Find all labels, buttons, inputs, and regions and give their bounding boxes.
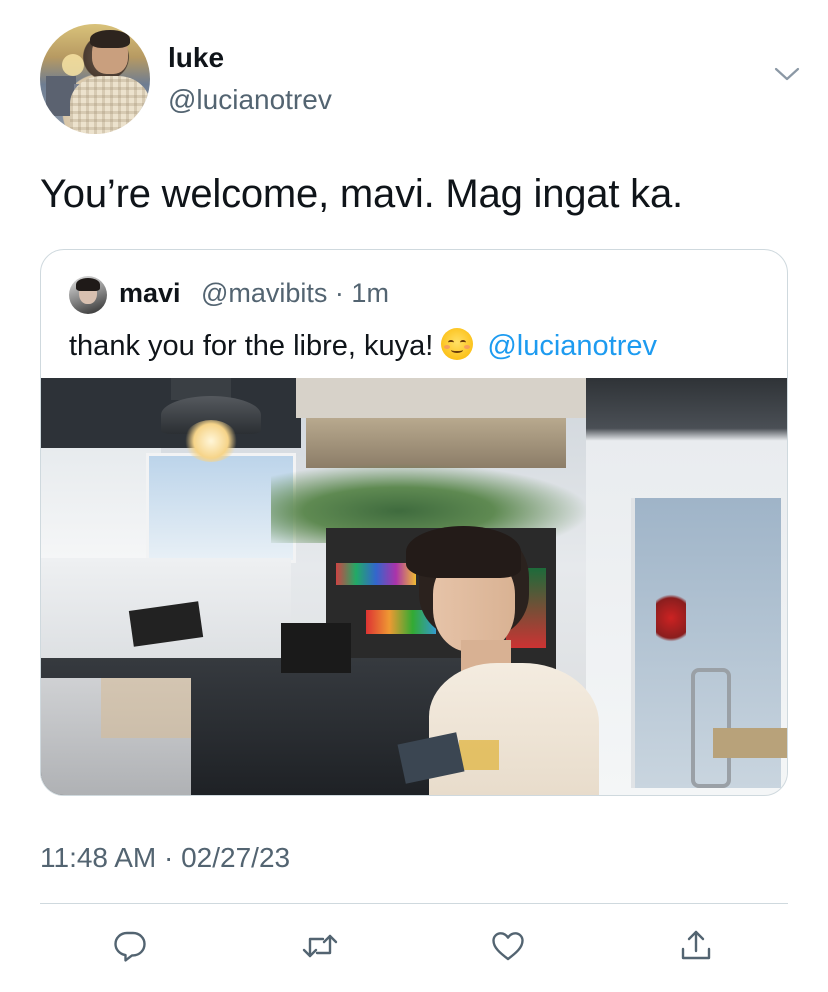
quoted-tweet-body: thank you for the libre, kuya!	[69, 330, 434, 362]
author-handle[interactable]: @lucianotrev	[168, 84, 332, 116]
share-button[interactable]	[678, 928, 714, 964]
quoted-tweet-text: thank you for the libre, kuya! @lucianotr…	[69, 328, 657, 363]
like-icon	[492, 932, 524, 961]
tweet-timestamp[interactable]: 11:48 AM · 02/27/23	[40, 842, 290, 874]
quoted-author-name[interactable]: mavi	[119, 278, 181, 309]
tweet-actions	[0, 918, 828, 978]
quoted-author-handle[interactable]: @mavibits · 1m	[201, 278, 389, 309]
quoted-tweet-photo[interactable]	[41, 378, 787, 795]
retweet-button[interactable]	[302, 928, 338, 964]
blush-emoji-icon	[441, 328, 474, 360]
tweet-header: luke @lucianotrev	[40, 24, 800, 134]
chevron-down-icon[interactable]	[774, 66, 800, 82]
mention-link[interactable]: @lucianotrev	[487, 330, 657, 362]
author-display-name[interactable]: luke	[168, 42, 224, 74]
author-avatar[interactable]	[40, 24, 150, 134]
retweet-icon	[302, 934, 338, 958]
reply-button[interactable]	[112, 928, 148, 964]
reply-icon	[114, 931, 146, 962]
share-icon	[681, 930, 711, 960]
divider	[40, 903, 788, 904]
quoted-author-avatar[interactable]	[69, 276, 107, 314]
tweet-text: You’re welcome, mavi. Mag ingat ka.	[40, 172, 683, 216]
like-button[interactable]	[490, 928, 526, 964]
quoted-tweet[interactable]: mavi @mavibits · 1m thank you for the li…	[40, 249, 788, 796]
